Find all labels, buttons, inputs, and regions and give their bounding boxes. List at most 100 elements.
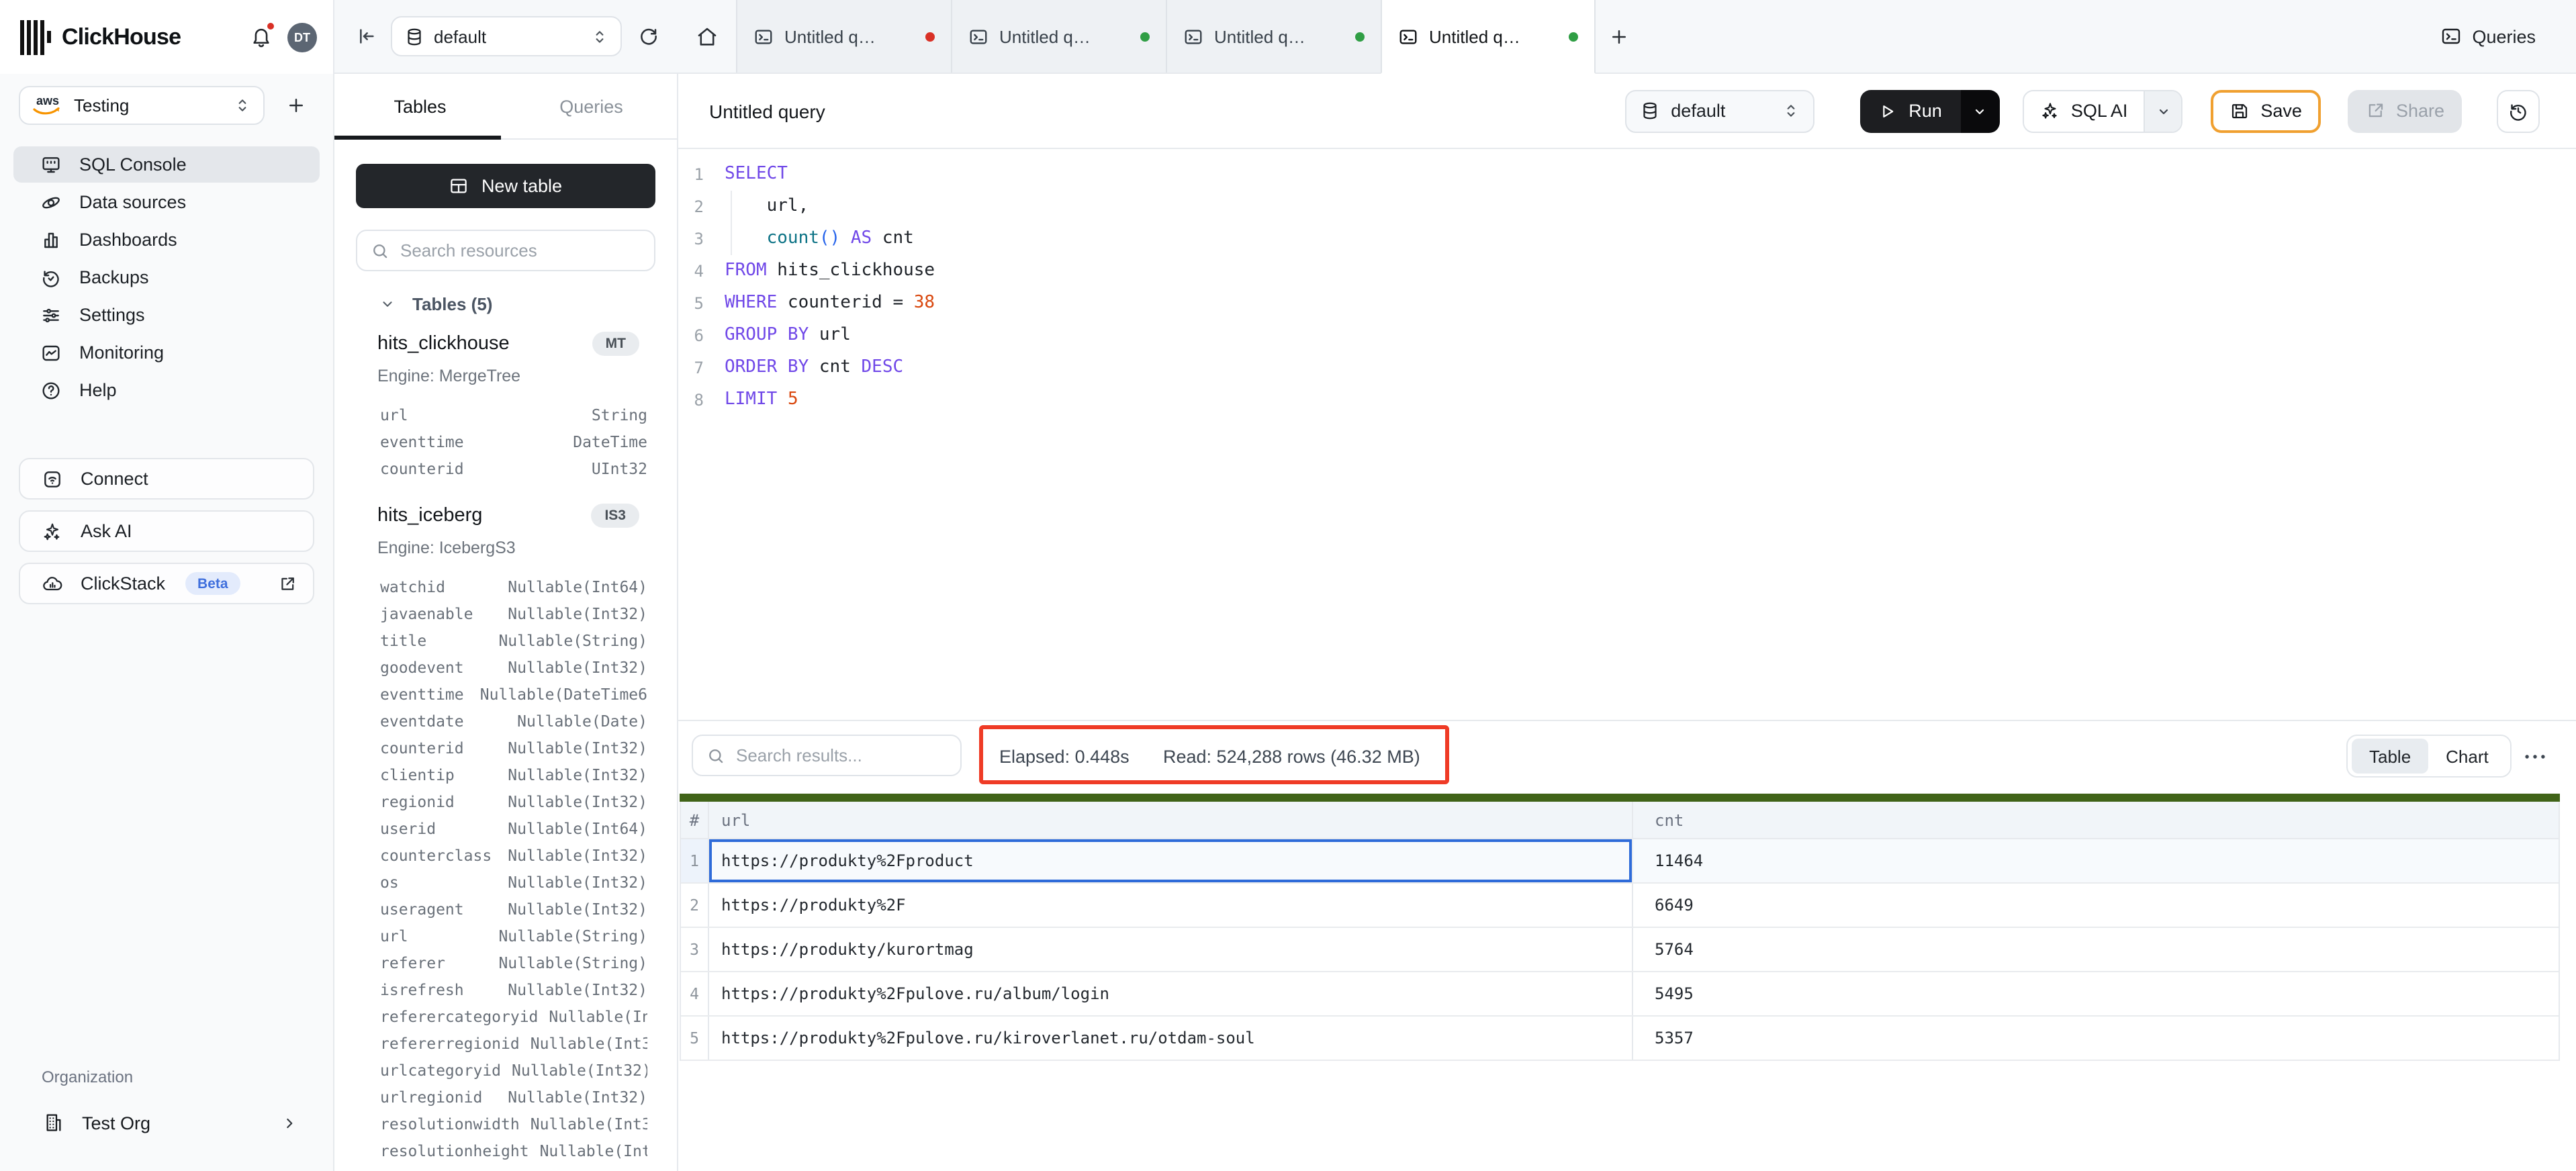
save-button[interactable]: Save bbox=[2211, 89, 2321, 132]
column-type: DateTime bbox=[573, 432, 647, 451]
new-table-label: New table bbox=[481, 176, 562, 196]
clickstack-button[interactable]: ClickStack Beta bbox=[19, 563, 314, 604]
column-type: UInt32 bbox=[592, 459, 647, 478]
workspace-selector[interactable]: aws Testing bbox=[19, 86, 265, 125]
result-row[interactable]: 5https://produkty%2Fpulove.ru/kiroverlan… bbox=[681, 1017, 2559, 1061]
column-row: regionidNullable(Int32) bbox=[380, 788, 647, 815]
external-link-icon bbox=[278, 574, 297, 593]
run-label: Run bbox=[1908, 101, 1942, 121]
sql-editor[interactable]: 1SELECT2 url,3 count() AS cnt4FROM hits_… bbox=[678, 149, 2576, 720]
query-tab-status-dot bbox=[1569, 32, 1578, 41]
column-name: os bbox=[380, 873, 399, 892]
clickstack-cloud-icon bbox=[42, 573, 63, 594]
result-cell-url[interactable]: https://produkty%2Fpulove.ru/kiroverlane… bbox=[709, 1017, 1633, 1060]
query-tab[interactable]: Untitled q… bbox=[1166, 0, 1381, 73]
new-tab-plus-icon[interactable] bbox=[1596, 0, 1641, 73]
col-header-cnt[interactable]: cnt bbox=[1633, 802, 2559, 838]
more-options-icon[interactable] bbox=[2524, 749, 2546, 764]
tab-tables[interactable]: Tables bbox=[334, 74, 506, 138]
row-index: 2 bbox=[681, 884, 709, 927]
sql-ai-options-chevron[interactable] bbox=[2144, 91, 2181, 131]
sidebar-item-monitoring[interactable]: Monitoring bbox=[13, 334, 320, 371]
result-cell-url[interactable]: https://produkty%2Fpulove.ru/album/login bbox=[709, 972, 1633, 1015]
run-options-chevron[interactable] bbox=[1961, 89, 2000, 132]
sidebar-item-dashboards[interactable]: Dashboards bbox=[13, 222, 320, 258]
result-cell-cnt[interactable]: 5764 bbox=[1633, 928, 2559, 971]
notifications-bell-icon[interactable] bbox=[250, 26, 273, 48]
table-engine: Engine: IcebergS3 bbox=[377, 538, 655, 560]
view-chart-button[interactable]: Chart bbox=[2428, 739, 2506, 774]
view-table-button[interactable]: Table bbox=[2352, 739, 2428, 774]
search-results-placeholder: Search results... bbox=[736, 745, 862, 765]
notification-dot bbox=[266, 21, 275, 31]
search-results-input[interactable]: Search results... bbox=[692, 735, 962, 776]
sidebar-item-backups[interactable]: Backups bbox=[13, 259, 320, 295]
sidebar-item-settings[interactable]: Settings bbox=[13, 297, 320, 333]
result-row[interactable]: 2https://produkty%2F6649 bbox=[681, 884, 2559, 928]
result-row[interactable]: 3https://produkty/kurortmag5764 bbox=[681, 928, 2559, 972]
sidebar-item-label: Dashboards bbox=[79, 230, 177, 250]
editor-database-selector[interactable]: default bbox=[1625, 89, 1814, 132]
result-cell-cnt[interactable]: 5495 bbox=[1633, 972, 2559, 1015]
row-index: 4 bbox=[681, 972, 709, 1015]
connect-button[interactable]: Connect bbox=[19, 458, 314, 500]
run-button[interactable]: Run bbox=[1860, 89, 2000, 132]
sidebar-item-help[interactable]: Help bbox=[13, 372, 320, 408]
result-cell-url[interactable]: https://produkty%2Fproduct bbox=[709, 839, 1633, 882]
sidebar-item-data-sources[interactable]: Data sources bbox=[13, 184, 320, 220]
result-row[interactable]: 1https://produkty%2Fproduct11464 bbox=[681, 839, 2559, 884]
queries-button[interactable]: Queries bbox=[2440, 0, 2536, 73]
avatar[interactable]: DT bbox=[287, 22, 317, 52]
sidebar: aws Testing SQL Console bbox=[0, 74, 334, 1171]
table-item[interactable]: hits_clickhouse MT bbox=[377, 329, 655, 359]
result-cell-url[interactable]: https://produkty%2F bbox=[709, 884, 1633, 927]
brand-area: ClickHouse DT bbox=[0, 0, 334, 74]
top-bar: ClickHouse DT default bbox=[0, 0, 2576, 74]
column-type: Nullable(Int32) bbox=[508, 900, 647, 919]
editor-database-value: default bbox=[1671, 101, 1725, 121]
query-title[interactable]: Untitled query bbox=[709, 100, 825, 122]
result-row[interactable]: 4https://produkty%2Fpulove.ru/album/logi… bbox=[681, 972, 2559, 1017]
new-table-button[interactable]: New table bbox=[356, 164, 655, 208]
tables-group-header[interactable]: Tables (5) bbox=[356, 289, 655, 318]
sidebar-item-sql-console[interactable]: SQL Console bbox=[13, 146, 320, 183]
column-name: referercategoryid bbox=[380, 1007, 538, 1026]
share-button[interactable]: Share bbox=[2348, 89, 2462, 132]
clickhouse-logo-icon[interactable] bbox=[20, 19, 51, 54]
result-cell-cnt[interactable]: 5357 bbox=[1633, 1017, 2559, 1060]
collapse-panel-icon[interactable] bbox=[356, 26, 377, 47]
ask-ai-button[interactable]: Ask AI bbox=[19, 510, 314, 552]
home-icon[interactable] bbox=[678, 0, 736, 73]
column-row: counterclassNullable(Int32) bbox=[380, 842, 647, 869]
sql-ai-button[interactable]: SQL AI bbox=[2023, 89, 2183, 132]
table-item[interactable]: hits_iceberg IS3 bbox=[377, 501, 655, 530]
view-toggle: Table Chart bbox=[2346, 735, 2512, 778]
column-type: Nullable(Int32) bbox=[540, 1141, 647, 1160]
col-header-url[interactable]: url bbox=[709, 802, 1633, 838]
result-cell-cnt[interactable]: 11464 bbox=[1633, 839, 2559, 882]
query-tab[interactable]: Untitled q… bbox=[736, 0, 951, 73]
history-icon bbox=[2508, 100, 2529, 122]
query-tab-status-dot bbox=[925, 32, 935, 41]
query-tab[interactable]: Untitled q… bbox=[1381, 0, 1596, 74]
column-type: Nullable(String) bbox=[498, 631, 647, 650]
code-line: 4FROM hits_clickhouse bbox=[678, 255, 2576, 287]
column-type: Nullable(Int64) bbox=[508, 819, 647, 838]
query-tab[interactable]: Untitled q… bbox=[951, 0, 1166, 73]
column-name: userid bbox=[380, 819, 436, 838]
org-selector[interactable]: Test Org bbox=[19, 1103, 314, 1143]
column-row: resolutionheight Nullable(Int32) bbox=[380, 1137, 647, 1164]
history-button[interactable] bbox=[2497, 89, 2540, 132]
column-name: resolutionheight bbox=[380, 1141, 529, 1160]
search-resources-input[interactable]: Search resources bbox=[356, 230, 655, 271]
column-row: goodeventNullable(Int32) bbox=[380, 654, 647, 681]
column-name: refererregionid bbox=[380, 1034, 520, 1053]
refresh-icon[interactable] bbox=[638, 26, 659, 47]
result-cell-url[interactable]: https://produkty/kurortmag bbox=[709, 928, 1633, 971]
column-row: refererregionidNullable(Int32) bbox=[380, 1030, 647, 1057]
tab-queries[interactable]: Queries bbox=[506, 74, 677, 138]
database-selector[interactable]: default bbox=[391, 16, 622, 56]
result-cell-cnt[interactable]: 6649 bbox=[1633, 884, 2559, 927]
column-name: useragent bbox=[380, 900, 464, 919]
add-service-plus-icon[interactable] bbox=[286, 95, 306, 115]
